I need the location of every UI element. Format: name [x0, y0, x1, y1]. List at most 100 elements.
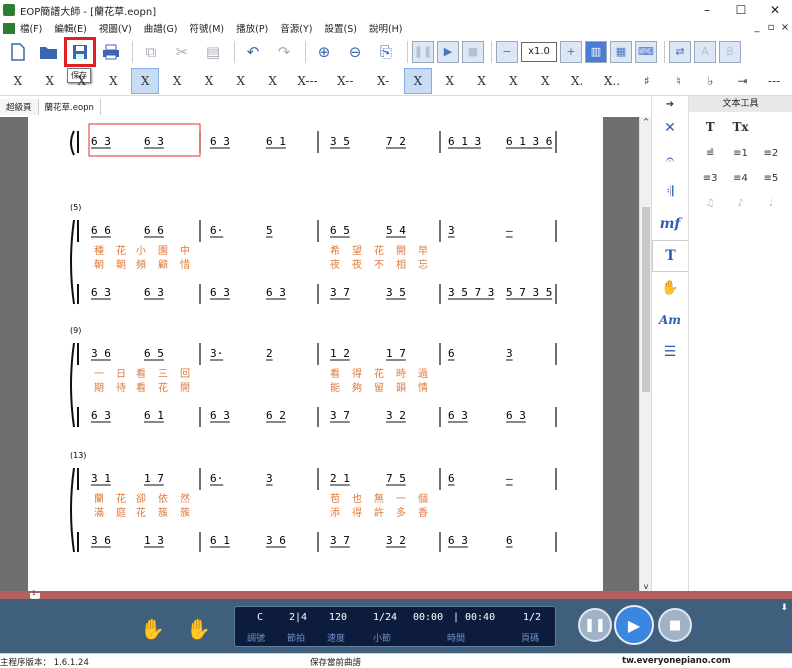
- lyric-line-1-icon[interactable]: ≡1: [725, 148, 755, 159]
- natural-button[interactable]: ♮: [665, 68, 693, 94]
- score-canvas[interactable]: 6 3 6 3 6 3 6 1 3 5 7 2 6 1 3 6 1 3 6 (5) 6 6 6 6 6…: [28, 117, 603, 591]
- zoom-plus-button[interactable]: +: [560, 40, 582, 63]
- play-icon[interactable]: ▶: [437, 40, 459, 63]
- stop-button[interactable]: ■: [658, 608, 692, 642]
- zoom-out-icon[interactable]: ⊖: [341, 39, 369, 65]
- dotted-note-button[interactable]: X.: [563, 68, 591, 94]
- lyric-line-4-icon[interactable]: ≡4: [725, 173, 755, 184]
- lyric-line-3-icon[interactable]: ≡3: [695, 173, 725, 184]
- bars-view-icon[interactable]: ▥: [585, 40, 607, 63]
- tab-score-file[interactable]: 蘭花草.eopn: [38, 99, 101, 115]
- dynamics-mf-icon[interactable]: mf: [652, 208, 688, 240]
- menu-edit[interactable]: 編輯(E): [54, 21, 86, 35]
- pause-button[interactable]: ❚❚: [578, 608, 612, 642]
- zoom-minus-button[interactable]: −: [496, 40, 518, 63]
- section-b-button[interactable]: B: [719, 40, 741, 63]
- scroll-thumb[interactable]: [642, 207, 650, 392]
- hand-icon[interactable]: ✋: [652, 272, 688, 304]
- flat-button[interactable]: ♭: [697, 68, 725, 94]
- eighth-note-icon[interactable]: ♪: [725, 198, 755, 209]
- score-page[interactable]: 6 3 6 3 6 3 6 1 3 5 7 2 6 1 3 6 1 3 6 (5) 6 6 6 6 6…: [28, 117, 603, 591]
- menu-settings[interactable]: 設置(S): [325, 21, 357, 35]
- text-insert-icon[interactable]: T: [695, 120, 725, 134]
- note-high-double-dot-button[interactable]: X: [36, 68, 64, 94]
- eighth-note-button[interactable]: X: [436, 68, 464, 94]
- note-dots-both-button[interactable]: X: [195, 68, 223, 94]
- dash-button[interactable]: ---: [760, 68, 788, 94]
- fermata-icon[interactable]: 𝄐: [652, 144, 688, 176]
- pause-icon[interactable]: ❚❚: [412, 40, 434, 63]
- tab-super-page[interactable]: 超級頁: [0, 99, 39, 115]
- note-high-dot-button[interactable]: X: [4, 68, 32, 94]
- transpose-icon[interactable]: ⇄: [669, 40, 691, 63]
- minimize-button[interactable]: –: [690, 0, 724, 20]
- mdi-minimize-button[interactable]: _: [750, 22, 764, 33]
- right-hand-icon[interactable]: ✋: [186, 617, 211, 641]
- mdi-restore-button[interactable]: ▫: [764, 22, 778, 33]
- text-tool-icon[interactable]: T: [652, 240, 688, 272]
- website-link[interactable]: tw.everyonepiano.com: [622, 656, 731, 666]
- menu-help[interactable]: 說明(H): [369, 21, 403, 35]
- quarter-note-icon[interactable]: ♩: [756, 198, 786, 209]
- half-note-button[interactable]: X-: [366, 68, 400, 94]
- sixty-fourth-note-button[interactable]: X: [531, 68, 559, 94]
- lyric-line-2-icon[interactable]: ≡2: [756, 148, 786, 159]
- left-hand-icon[interactable]: ✋: [140, 617, 165, 641]
- music-note-icon[interactable]: ♫: [695, 198, 725, 209]
- dynamics-x-icon[interactable]: ✕: [652, 112, 688, 144]
- double-dotted-note-button[interactable]: X..: [595, 68, 629, 94]
- thirty-second-note-button[interactable]: X: [500, 68, 528, 94]
- menu-score[interactable]: 曲譜(G): [144, 21, 178, 35]
- whole-note-button[interactable]: X---: [291, 68, 325, 94]
- new-file-icon[interactable]: [4, 39, 32, 65]
- jianpu-note: 6 3: [210, 286, 230, 299]
- menu-sound[interactable]: 音源(Y): [280, 21, 312, 35]
- pin-icon[interactable]: ⬇: [780, 603, 788, 613]
- timeline-marker[interactable]: 1: [32, 590, 36, 597]
- repeat-icon[interactable]: 𝄇: [652, 176, 688, 208]
- text-format-icon[interactable]: Tx: [725, 120, 755, 134]
- note-double-dots-both-button[interactable]: X: [227, 68, 255, 94]
- dotted-half-note-button[interactable]: X--: [328, 68, 362, 94]
- open-folder-icon[interactable]: [35, 39, 63, 65]
- play-button[interactable]: ▶: [614, 605, 654, 645]
- note-triple-dots-button[interactable]: X: [259, 68, 287, 94]
- keyboard-view-icon[interactable]: ⌨: [635, 40, 657, 63]
- sixteenth-note-button[interactable]: X: [468, 68, 496, 94]
- tie-button[interactable]: ⇥: [728, 68, 756, 94]
- maximize-button[interactable]: ☐: [724, 0, 758, 20]
- vertical-scrollbar[interactable]: ^ v: [639, 117, 651, 591]
- quarter-note-button[interactable]: X: [403, 68, 432, 94]
- collapse-arrow-icon[interactable]: ➔: [652, 96, 688, 112]
- close-button[interactable]: ✕: [758, 0, 792, 20]
- chord-icon[interactable]: Am: [652, 304, 688, 336]
- menu-symbol[interactable]: 符號(M): [190, 21, 225, 35]
- save-button[interactable]: [64, 36, 96, 67]
- menu-file[interactable]: 檔(F): [20, 21, 42, 35]
- print-icon[interactable]: [97, 39, 125, 65]
- export-icon[interactable]: ⎘: [372, 39, 400, 65]
- lyrics-list-icon[interactable]: ☰: [652, 336, 688, 368]
- redo-icon[interactable]: ↷: [270, 39, 298, 65]
- note-dot-above-button[interactable]: X: [163, 68, 191, 94]
- cut-icon[interactable]: ✂: [168, 39, 196, 65]
- stop-icon[interactable]: ■: [462, 40, 484, 63]
- playback-timeline[interactable]: 1: [0, 590, 792, 601]
- note-normal-button[interactable]: X: [131, 68, 160, 94]
- section-a-button[interactable]: A: [694, 40, 716, 63]
- playback-speed-field[interactable]: x1.0: [521, 41, 557, 62]
- note-low-double-dot-button[interactable]: X: [100, 68, 128, 94]
- paste-icon[interactable]: ▤: [199, 39, 227, 65]
- lyric-line-5-icon[interactable]: ≡5: [756, 173, 786, 184]
- sharp-button[interactable]: ♯: [633, 68, 661, 94]
- menu-view[interactable]: 視圖(V): [99, 21, 132, 35]
- lyric-char: 能: [330, 381, 340, 394]
- copy-icon[interactable]: ⧉: [137, 39, 165, 65]
- mdi-close-button[interactable]: ×: [778, 22, 792, 33]
- undo-icon[interactable]: ↶: [239, 39, 267, 65]
- lyric-line-icon[interactable]: ≡̂: [695, 148, 725, 159]
- zoom-in-icon[interactable]: ⊕: [310, 39, 338, 65]
- note-low-dot-button[interactable]: X: [68, 68, 96, 94]
- chart-view-icon[interactable]: ▦: [610, 40, 632, 63]
- menu-play[interactable]: 播放(P): [236, 21, 268, 35]
